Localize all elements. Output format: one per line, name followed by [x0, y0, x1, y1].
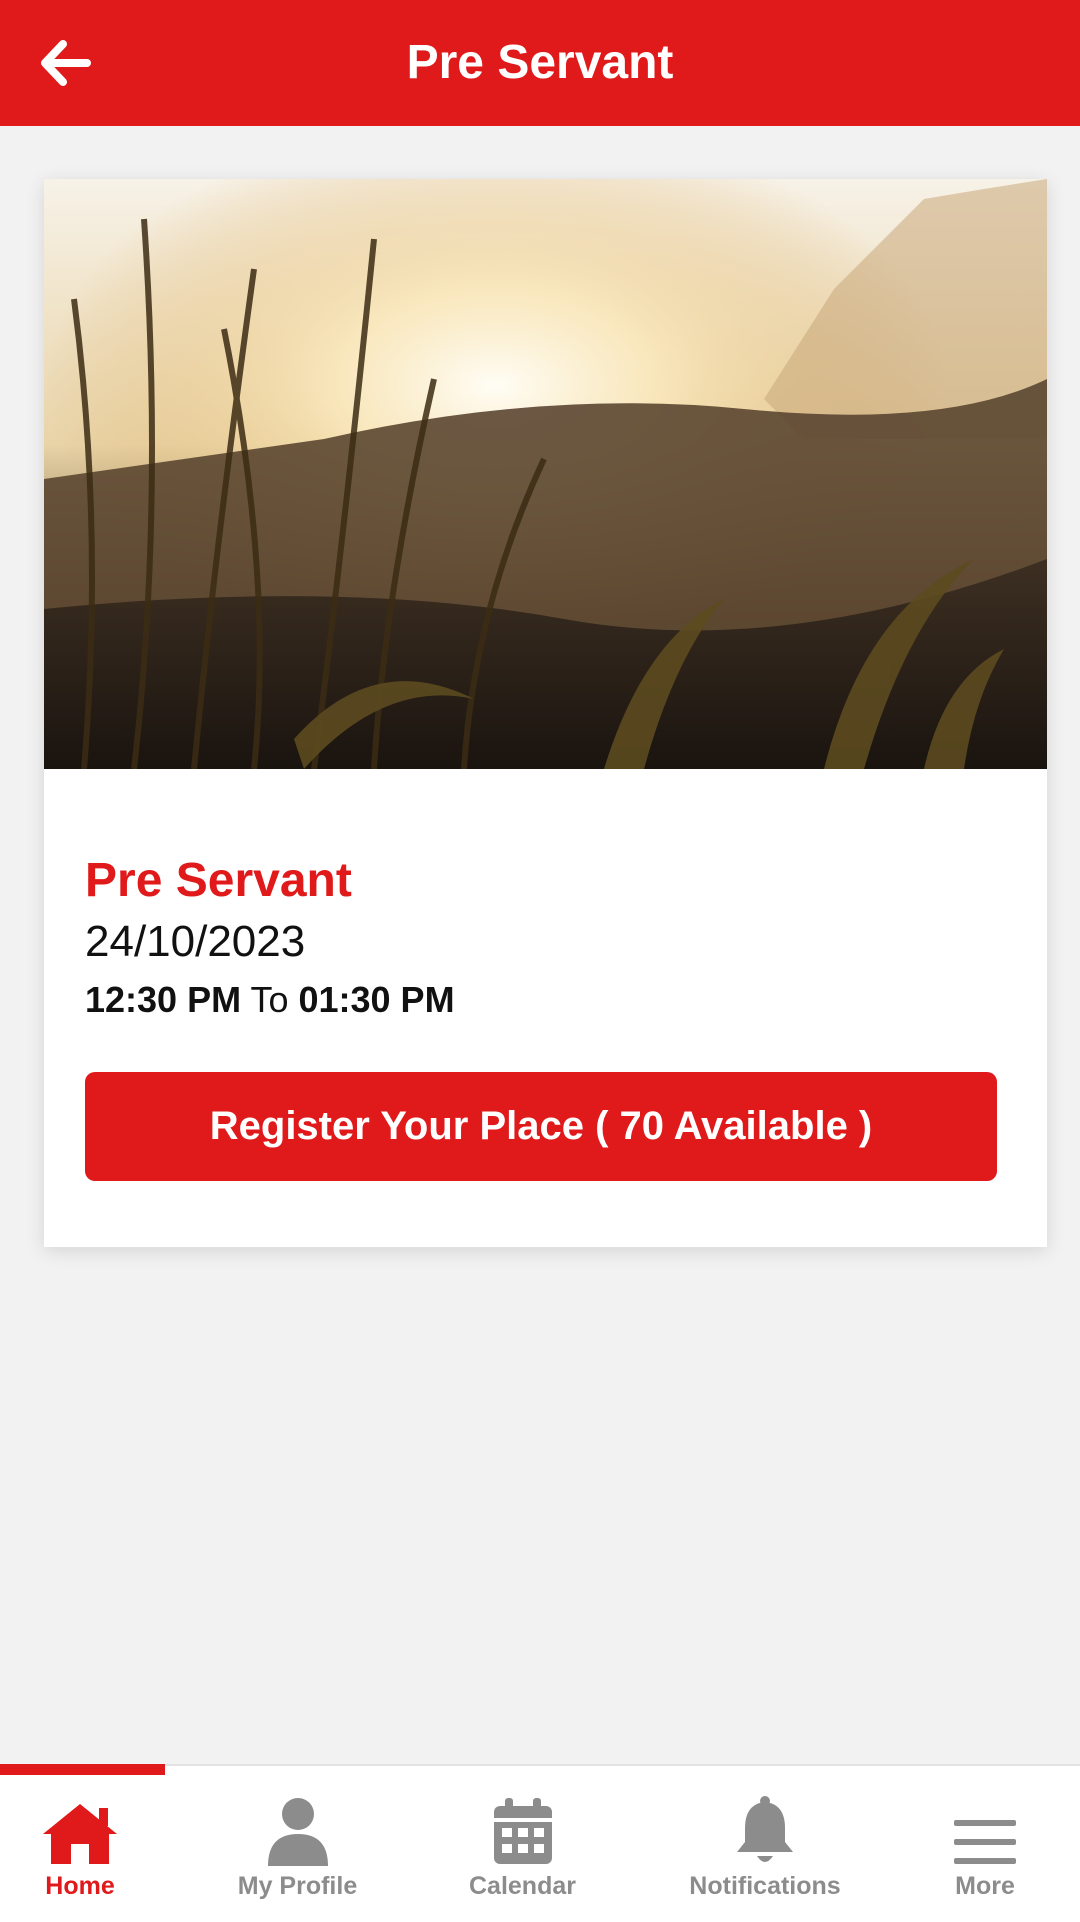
calendar-icon	[493, 1798, 552, 1864]
tab-notifications-label: Notifications	[689, 1872, 841, 1900]
event-start-time: 12:30 PM	[85, 979, 242, 1020]
event-date: 24/10/2023	[85, 917, 306, 966]
tab-my-profile-label: My Profile	[237, 1872, 358, 1900]
tab-calendar[interactable]: Calendar	[440, 1766, 605, 1922]
tab-home[interactable]: Home	[0, 1766, 160, 1922]
tab-home-label: Home	[45, 1872, 115, 1900]
tab-more[interactable]: More	[905, 1766, 1065, 1922]
event-card: Pre Servant 24/10/2023 12:30 PM To 01:30…	[44, 179, 1047, 1247]
bell-icon	[737, 1796, 793, 1862]
event-image	[44, 179, 1047, 769]
bottom-tab-bar: Home My Profile Calendar Notifications M…	[0, 1764, 1080, 1922]
tab-more-label: More	[955, 1872, 1015, 1900]
page-title: Pre Servant	[406, 36, 674, 89]
time-separator: To	[250, 979, 289, 1020]
menu-icon	[954, 1820, 1016, 1864]
register-button[interactable]: Register Your Place ( 70 Available )	[85, 1072, 997, 1181]
event-end-time: 01:30 PM	[298, 979, 455, 1020]
tab-notifications[interactable]: Notifications	[675, 1766, 855, 1922]
event-title: Pre Servant	[85, 854, 352, 907]
tab-my-profile[interactable]: My Profile	[215, 1766, 380, 1922]
person-icon	[267, 1798, 328, 1866]
tab-calendar-label: Calendar	[469, 1872, 576, 1900]
home-icon	[43, 1804, 117, 1864]
event-time: 12:30 PM To 01:30 PM	[85, 979, 455, 1021]
app-header: Pre Servant	[0, 0, 1080, 126]
